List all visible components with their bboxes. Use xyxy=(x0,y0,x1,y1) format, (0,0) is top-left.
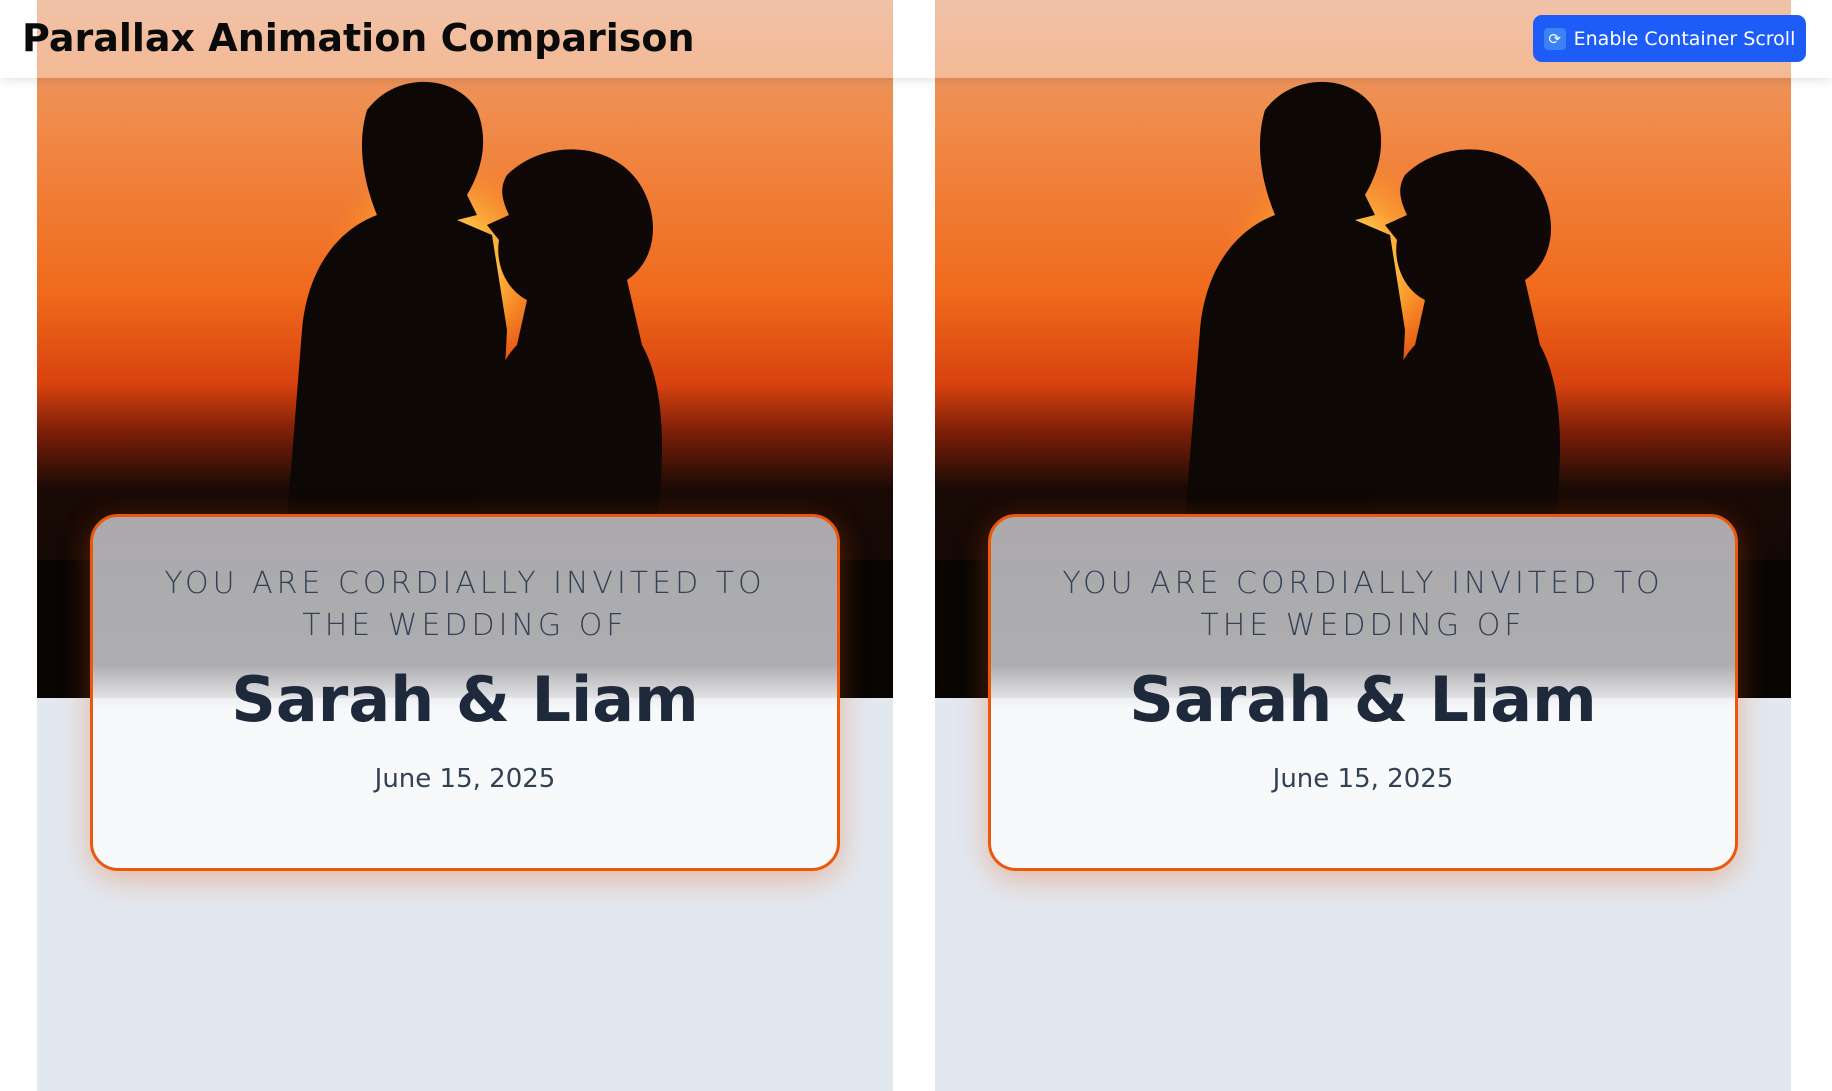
invitation-card: YOU ARE CORDIALLY INVITED TO THE WEDDING… xyxy=(988,514,1738,871)
page: YOU ARE CORDIALLY INVITED TO THE WEDDING… xyxy=(0,0,1832,1091)
page-title: Parallax Animation Comparison xyxy=(22,16,695,60)
couple-names: Sarah & Liam xyxy=(231,663,699,736)
invitation-card: YOU ARE CORDIALLY INVITED TO THE WEDDING… xyxy=(90,514,840,871)
couple-names: Sarah & Liam xyxy=(1129,663,1597,736)
invitation-intro: YOU ARE CORDIALLY INVITED TO THE WEDDING… xyxy=(164,566,766,643)
button-label: Enable Container Scroll xyxy=(1573,27,1796,50)
parallax-panel-right[interactable]: YOU ARE CORDIALLY INVITED TO THE WEDDING… xyxy=(935,0,1791,1091)
refresh-icon: ⟳ xyxy=(1543,27,1566,50)
wedding-date: June 15, 2025 xyxy=(1272,764,1454,794)
invitation-intro: YOU ARE CORDIALLY INVITED TO THE WEDDING… xyxy=(1062,566,1664,643)
wedding-date: June 15, 2025 xyxy=(374,764,556,794)
parallax-panel-left[interactable]: YOU ARE CORDIALLY INVITED TO THE WEDDING… xyxy=(37,0,893,1091)
header-bar: Parallax Animation Comparison ⟳ Enable C… xyxy=(0,0,1832,78)
enable-container-scroll-button[interactable]: ⟳ Enable Container Scroll xyxy=(1533,15,1806,62)
